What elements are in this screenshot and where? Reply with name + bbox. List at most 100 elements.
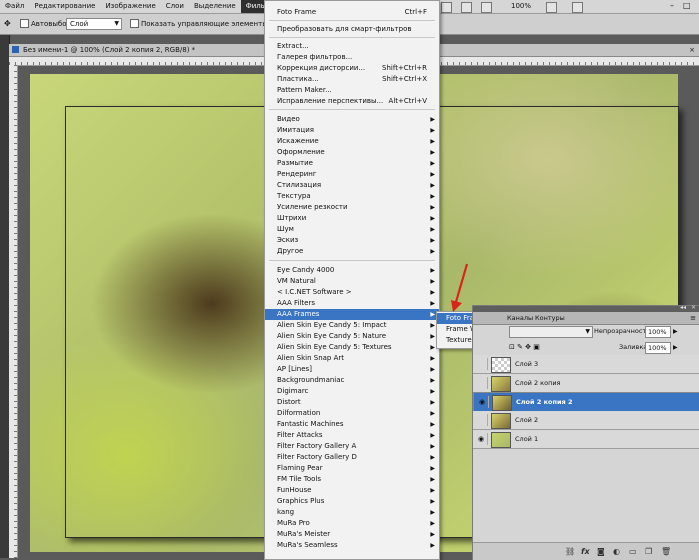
layer-row[interactable]: Слой 2 копия [473,374,699,393]
opacity-label: Непрозрачность: [594,327,653,335]
menu-item-mura-pro[interactable]: MuRa Pro ▶ [265,518,439,529]
group-icon[interactable]: ▭ [629,547,637,556]
visibility-toggle[interactable] [475,377,488,389]
opacity-dropdown-icon[interactable]: ▶ [673,326,678,337]
layer-name: Слой 3 [515,360,539,368]
menu-item-blur[interactable]: Размытие ▶ [265,158,439,169]
menu-item-fantastic-machines[interactable]: Fantastic Machines ▶ [265,419,439,430]
move-tool-icon[interactable]: ✥ [4,19,11,28]
autoselect-dropdown[interactable]: Слой ▼ [66,18,122,30]
menu-image[interactable]: Изображение [100,0,160,13]
menu-item-dilformation[interactable]: Dilformation ▶ [265,408,439,419]
fx-icon[interactable]: fx [581,547,590,556]
menu-item-eye-candy-5-impact[interactable]: Alien Skin Eye Candy 5: Impact ▶ [265,320,439,331]
menu-item-kang[interactable]: kang ▶ [265,507,439,518]
menu-item-aaa-frames[interactable]: AAA Frames ▶ [265,309,439,320]
menu-item-vanishing-point[interactable]: Исправление перспективы... Alt+Ctrl+V [265,96,439,107]
lock-pixels-icon[interactable]: ⊡ ✎ ✥ ▣ [509,342,540,352]
menu-item-foto-frame-last[interactable]: Foto Frame Ctrl+F [265,7,439,18]
minimize-icon[interactable]: – [670,1,674,10]
layer-thumbnail [491,357,511,373]
fill-input[interactable]: 100% [645,342,671,354]
menu-select[interactable]: Выделение [189,0,241,13]
panel-menu-icon[interactable]: ≡ [690,312,696,324]
fill-dropdown-icon[interactable]: ▶ [673,342,678,353]
autoselect-value: Слой [70,20,89,28]
menu-item-funhouse[interactable]: FunHouse ▶ [265,485,439,496]
blend-mode-dropdown[interactable]: ▼ [509,326,593,338]
menu-item-sketch[interactable]: Эскиз ▶ [265,235,439,246]
filter-menu: Foto Frame Ctrl+F Преобразовать для смарт… [264,0,440,560]
menu-item-snap-art[interactable]: Alien Skin Snap Art ▶ [265,353,439,364]
menu-item-pattern-maker[interactable]: Pattern Maker... [265,85,439,96]
ps-document-icon [12,46,19,53]
menu-item-stylize[interactable]: Стилизация ▶ [265,180,439,191]
visibility-toggle[interactable] [475,358,488,370]
close-panel-icon[interactable]: × [691,304,696,311]
menu-item-eye-candy-5-nature[interactable]: Alien Skin Eye Candy 5: Nature ▶ [265,331,439,342]
layer-row[interactable]: Слой 3 [473,355,699,374]
layer-row[interactable]: ◉ Слой 1 [473,430,699,449]
menu-separator [269,260,435,261]
menu-item-filter-attacks[interactable]: Filter Attacks ▶ [265,430,439,441]
menu-item-other[interactable]: Другое ▶ [265,246,439,257]
maximize-icon[interactable]: □ [683,1,691,10]
panel-tabs: Каналы Контуры ≡ [473,312,699,325]
zoom-tool-icon[interactable] [461,2,472,13]
close-document-icon[interactable]: × [689,44,695,56]
menu-item-artistic[interactable]: Имитация ▶ [265,125,439,136]
screen-mode-icon[interactable] [572,2,583,13]
tab-paths[interactable]: Контуры [531,313,569,324]
menu-item-pixelate[interactable]: Оформление ▶ [265,147,439,158]
zoom-level[interactable]: 100% [511,1,531,12]
menu-item-fm-tile-tools[interactable]: FM Tile Tools ▶ [265,474,439,485]
menu-file[interactable]: Файл [0,0,29,13]
menu-edit[interactable]: Редактирование [29,0,100,13]
menu-item-ap-lines[interactable]: AP [Lines] ▶ [265,364,439,375]
link-icon[interactable]: ⛓ [565,547,575,556]
rotate-view-icon[interactable] [481,2,492,13]
new-layer-icon[interactable]: ❐ [645,547,652,556]
menu-item-flaming-pear[interactable]: Flaming Pear ▶ [265,463,439,474]
menu-item-aaa-filters[interactable]: AAA Filters ▶ [265,298,439,309]
show-controls-checkbox[interactable] [130,19,139,28]
menu-item-extract[interactable]: Extract... [265,41,439,52]
menu-item-noise[interactable]: Шум ▶ [265,224,439,235]
menu-item-filter-factory-d[interactable]: Filter Factory Gallery D ▶ [265,452,439,463]
menu-item-filter-gallery[interactable]: Галерея фильтров... [265,52,439,63]
menu-item-liquify[interactable]: Пластика... Shift+Ctrl+X [265,74,439,85]
menu-item-lens-correction[interactable]: Коррекция дисторсии... Shift+Ctrl+R [265,63,439,74]
collapse-icon[interactable]: ◂◂ [680,304,686,311]
menu-item-graphics-plus[interactable]: Graphics Plus ▶ [265,496,439,507]
menu-item-eye-candy-5-textures[interactable]: Alien Skin Eye Candy 5: Textures ▶ [265,342,439,353]
adjustment-icon[interactable]: ◐ [613,547,620,556]
menu-item-render[interactable]: Рендеринг ▶ [265,169,439,180]
menu-item-eye-candy-4000[interactable]: Eye Candy 4000 ▶ [265,265,439,276]
layer-row-selected[interactable]: ◉ Слой 2 копия 2 [473,392,699,412]
menu-item-video[interactable]: Видео ▶ [265,114,439,125]
mask-icon[interactable]: ◙ [597,547,605,556]
hand-tool-icon[interactable] [441,2,452,13]
menu-layers[interactable]: Слои [161,0,189,13]
menu-item-distort-plugin[interactable]: Distort ▶ [265,397,439,408]
layer-row[interactable]: Слой 2 [473,411,699,430]
eye-icon[interactable]: ◉ [476,396,489,408]
eye-icon[interactable]: ◉ [475,433,488,445]
opacity-input[interactable]: 100% [645,326,671,338]
menu-item-distort[interactable]: Искажение ▶ [265,136,439,147]
menu-item-digimarc[interactable]: Digimarc ▶ [265,386,439,397]
menu-item-brush-strokes[interactable]: Штрихи ▶ [265,213,439,224]
autoselect-checkbox[interactable] [20,19,29,28]
menu-item-muras-seamless[interactable]: MuRa's Seamless ▶ [265,540,439,551]
menu-item-backgroundmaniac[interactable]: Backgroundmaniac ▶ [265,375,439,386]
menu-item-muras-meister[interactable]: MuRa's Meister ▶ [265,529,439,540]
menu-item-texture[interactable]: Текстура ▶ [265,191,439,202]
menu-item-filter-factory-a[interactable]: Filter Factory Gallery A ▶ [265,441,439,452]
arrange-icon[interactable] [546,2,557,13]
menu-item-icnet-software[interactable]: < I.C.NET Software > ▶ [265,287,439,298]
menu-item-sharpen[interactable]: Усиление резкости ▶ [265,202,439,213]
trash-icon[interactable]: 🗑 [661,547,671,556]
menu-item-vm-natural[interactable]: VM Natural ▶ [265,276,439,287]
visibility-toggle[interactable] [475,414,488,426]
menu-item-smart-filters[interactable]: Преобразовать для смарт-фильтров [265,24,439,35]
